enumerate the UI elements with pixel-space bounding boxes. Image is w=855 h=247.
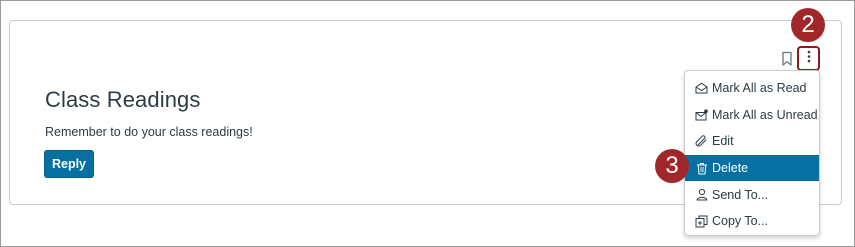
options-menu: Mark All as Read Mark All as Unread Edit xyxy=(684,70,820,236)
menu-item-label: Copy To... xyxy=(712,214,769,229)
menu-item-label: Send To... xyxy=(712,187,769,202)
trash-icon xyxy=(695,162,708,175)
menu-item-label: Mark All as Read xyxy=(712,81,807,96)
step-badge-delete: 3 xyxy=(655,149,689,183)
envelope-open-icon xyxy=(695,82,708,95)
menu-item-delete[interactable]: Delete xyxy=(685,154,819,182)
envelope-dot-icon xyxy=(695,108,708,121)
paperclip-icon xyxy=(695,135,708,148)
menu-item-send-to[interactable]: Send To... xyxy=(685,181,819,208)
menu-item-label: Mark All as Unread xyxy=(712,107,818,122)
menu-item-label: Delete xyxy=(712,161,749,176)
reply-button[interactable]: Reply xyxy=(44,150,94,178)
topic-title: Class Readings xyxy=(45,87,201,112)
step-badge-options: 2 xyxy=(791,8,825,42)
user-icon xyxy=(695,188,708,201)
menu-item-edit[interactable]: Edit xyxy=(685,128,819,155)
copy-icon xyxy=(695,215,708,228)
more-vertical-icon xyxy=(807,50,811,68)
bookmark-icon[interactable] xyxy=(781,51,793,67)
menu-item-copy-to[interactable]: Copy To... xyxy=(685,208,819,235)
menu-item-mark-all-unread[interactable]: Mark All as Unread xyxy=(685,102,819,129)
topic-message: Remember to do your class readings! xyxy=(45,125,253,139)
options-menu-button[interactable] xyxy=(797,46,820,71)
menu-item-label: Edit xyxy=(712,134,734,149)
menu-item-mark-all-read[interactable]: Mark All as Read xyxy=(685,75,819,102)
